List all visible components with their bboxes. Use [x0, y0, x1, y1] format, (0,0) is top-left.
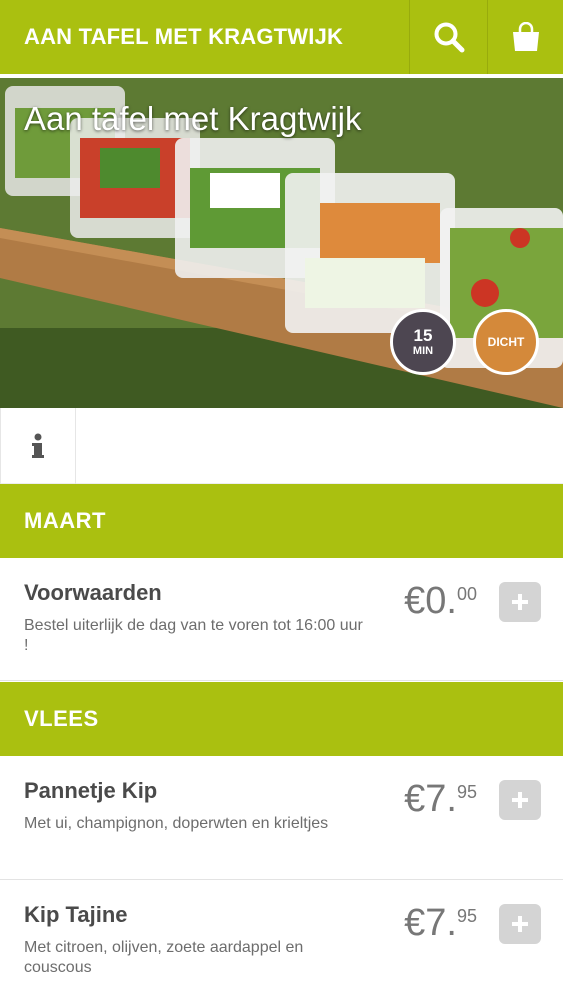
price-cents: 00: [456, 584, 477, 604]
item-description: Met citroen, olijven, zoete aardappel en…: [24, 939, 304, 976]
plus-icon: [512, 916, 528, 932]
add-to-cart-button[interactable]: [499, 582, 541, 622]
search-button[interactable]: [409, 0, 487, 74]
category-label: MAART: [24, 508, 106, 533]
cart-button[interactable]: [487, 0, 563, 74]
price-whole: €7.: [404, 902, 457, 944]
price-cents: 95: [456, 782, 477, 802]
category-header: VLEES: [0, 682, 563, 756]
item-price: €7.95: [404, 778, 477, 821]
price-cents: 95: [456, 906, 477, 926]
hero-image: Aan tafel met Kragtwijk 15 MIN DICHT: [0, 78, 563, 408]
menu-item[interactable]: Kip Tajine Met citroen, olijven, zoete a…: [0, 880, 563, 1000]
info-icon: [32, 433, 44, 458]
item-price: €7.95: [404, 902, 477, 945]
delivery-time-value: 15: [413, 325, 433, 345]
menu-item[interactable]: Pannetje Kip Met ui, champignon, doperwt…: [0, 756, 563, 880]
category-header: MAART: [0, 484, 563, 558]
add-to-cart-button[interactable]: [499, 904, 541, 944]
category-label: VLEES: [24, 706, 99, 731]
item-name: Pannetje Kip: [24, 778, 158, 803]
delivery-time-unit: MIN: [412, 344, 434, 357]
info-button[interactable]: [0, 408, 76, 484]
info-bar: [0, 408, 563, 484]
shopping-bag-icon: [513, 22, 539, 51]
add-to-cart-button[interactable]: [499, 780, 541, 820]
status-badge: DICHT: [473, 309, 539, 375]
plus-icon: [512, 792, 528, 808]
item-price: €0.00: [404, 580, 477, 623]
delivery-time-badge: 15 MIN: [390, 309, 456, 375]
app-title: AAN TAFEL MET KRAGTWIJK: [24, 24, 344, 49]
top-bar: AAN TAFEL MET KRAGTWIJK: [0, 0, 563, 76]
price-whole: €7.: [404, 778, 457, 820]
search-icon: [434, 22, 464, 53]
item-name: Kip Tajine: [24, 902, 128, 927]
hero-title: Aan tafel met Kragtwijk: [24, 100, 362, 137]
item-name: Voorwaarden: [24, 580, 162, 605]
item-description: Bestel uiterlijk de dag van te voren tot…: [24, 617, 363, 654]
price-whole: €0.: [404, 580, 457, 622]
item-description: Met ui, champignon, doperwten en krieltj…: [24, 815, 329, 832]
plus-icon: [512, 594, 528, 610]
menu-item[interactable]: Voorwaarden Bestel uiterlijk de dag van …: [0, 558, 563, 681]
